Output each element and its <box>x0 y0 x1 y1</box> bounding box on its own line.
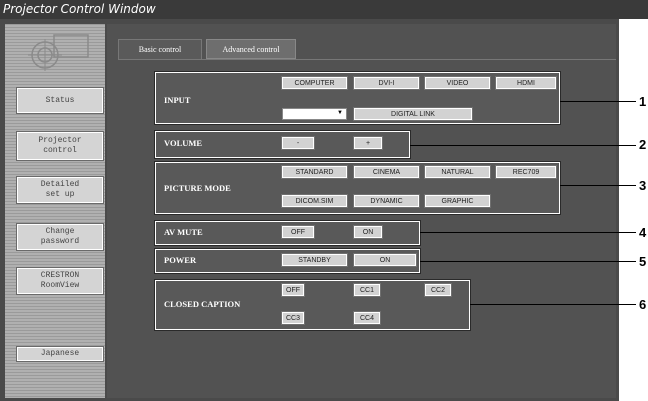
closed-caption-label: CLOSED CAPTION <box>164 299 241 309</box>
tab-advanced-control[interactable]: Advanced control <box>206 39 296 59</box>
button-label: CINEMA <box>372 168 401 176</box>
button-label: STANDBY <box>298 256 331 264</box>
button-label: OFF <box>291 228 305 236</box>
button-label: NATURAL <box>441 168 474 176</box>
sidebar <box>5 24 105 398</box>
sidebar-item-label: Detailed set up <box>40 180 80 199</box>
sidebar-item-label: CRESTRON RoomView <box>40 271 80 290</box>
picture-mode-label: PICTURE MODE <box>164 183 231 193</box>
projector-logo-icon <box>28 34 89 71</box>
cc1-button[interactable]: CC1 <box>353 283 381 297</box>
callout-line-3 <box>560 185 636 186</box>
button-label: REC709 <box>512 168 540 176</box>
power-on-button[interactable]: ON <box>353 253 417 267</box>
callout-line-6 <box>470 304 636 305</box>
button-label: ON <box>379 256 391 264</box>
button-label: DYNAMIC <box>370 197 403 205</box>
button-label: ON <box>362 228 374 236</box>
callout-number-5: 5 <box>639 254 647 269</box>
cc3-button[interactable]: CC3 <box>281 311 305 325</box>
input-hdmi-button[interactable]: HDMI <box>495 76 557 90</box>
picture-dynamic-button[interactable]: DYNAMIC <box>353 194 420 208</box>
button-label: GRAPHIC <box>441 197 474 205</box>
callout-line-2 <box>410 145 636 146</box>
button-label: - <box>296 139 300 147</box>
button-label: DVI-I <box>378 79 395 87</box>
sidebar-item-label: Japanese <box>40 349 80 358</box>
callout-number-1: 1 <box>639 94 647 109</box>
sidebar-item-label: Status <box>45 95 75 105</box>
tab-basic-control[interactable]: Basic control <box>118 39 202 59</box>
button-label: CC4 <box>359 314 374 322</box>
picture-natural-button[interactable]: NATURAL <box>424 165 491 179</box>
button-label: + <box>365 139 371 147</box>
input-digital-link-button[interactable]: DIGITAL LINK <box>353 107 473 121</box>
button-label: DIGITAL LINK <box>391 110 435 118</box>
tab-divider <box>118 59 616 60</box>
volume-up-button[interactable]: + <box>353 136 383 150</box>
button-label: CC1 <box>359 286 374 294</box>
button-label: OFF <box>286 286 300 294</box>
callout-line-1 <box>560 101 636 102</box>
av-mute-off-button[interactable]: OFF <box>281 225 315 239</box>
input-computer-button[interactable]: COMPUTER <box>281 76 348 90</box>
callout-line-5 <box>420 261 636 262</box>
input-dvi-i-button[interactable]: DVI-I <box>353 76 420 90</box>
picture-standard-button[interactable]: STANDARD <box>281 165 348 179</box>
sidebar-item-japanese[interactable]: Japanese <box>16 346 104 362</box>
power-label: POWER <box>164 255 197 265</box>
callout-number-3: 3 <box>639 178 647 193</box>
tab-label: Advanced control <box>222 44 280 54</box>
sidebar-item-label: Projector control <box>38 136 82 155</box>
button-label: VIDEO <box>446 79 469 87</box>
callout-number-6: 6 <box>639 297 647 312</box>
volume-label: VOLUME <box>164 138 203 148</box>
button-label: STANDARD <box>295 168 334 176</box>
input-video-button[interactable]: VIDEO <box>424 76 491 90</box>
button-label: CC3 <box>285 314 300 322</box>
power-standby-button[interactable]: STANDBY <box>281 253 348 267</box>
picture-graphic-button[interactable]: GRAPHIC <box>424 194 491 208</box>
sidebar-item-change-password[interactable]: Change password <box>16 223 104 251</box>
button-label: DICOM.SIM <box>295 197 334 205</box>
button-label: CC2 <box>430 286 445 294</box>
button-label: HDMI <box>517 79 535 87</box>
av-mute-label: AV MUTE <box>164 227 203 237</box>
picture-dicom-sim-button[interactable]: DICOM.SIM <box>281 194 348 208</box>
callout-number-2: 2 <box>639 137 647 152</box>
cc4-button[interactable]: CC4 <box>353 311 381 325</box>
sidebar-item-detailed-set-up[interactable]: Detailed set up <box>16 176 104 204</box>
callout-number-4: 4 <box>639 225 647 240</box>
av-mute-on-button[interactable]: ON <box>353 225 383 239</box>
volume-down-button[interactable]: - <box>281 136 315 150</box>
picture-cinema-button[interactable]: CINEMA <box>353 165 420 179</box>
sidebar-item-label: Change password <box>40 227 80 246</box>
input-select[interactable]: ▼ <box>282 108 347 120</box>
sidebar-item-projector-control[interactable]: Projector control <box>16 131 104 161</box>
callout-line-4 <box>420 232 636 233</box>
button-label: COMPUTER <box>294 79 335 87</box>
title-bar: Projector Control Window <box>0 0 648 19</box>
cc2-button[interactable]: CC2 <box>424 283 452 297</box>
window-title: Projector Control Window <box>3 2 156 16</box>
input-label: INPUT <box>164 95 191 105</box>
tab-label: Basic control <box>138 45 182 54</box>
cc-off-button[interactable]: OFF <box>281 283 305 297</box>
chevron-down-icon: ▼ <box>337 110 343 116</box>
picture-rec709-button[interactable]: REC709 <box>495 165 557 179</box>
sidebar-item-crestron-roomview[interactable]: CRESTRON RoomView <box>16 267 104 295</box>
sidebar-item-status[interactable]: Status <box>16 87 104 114</box>
